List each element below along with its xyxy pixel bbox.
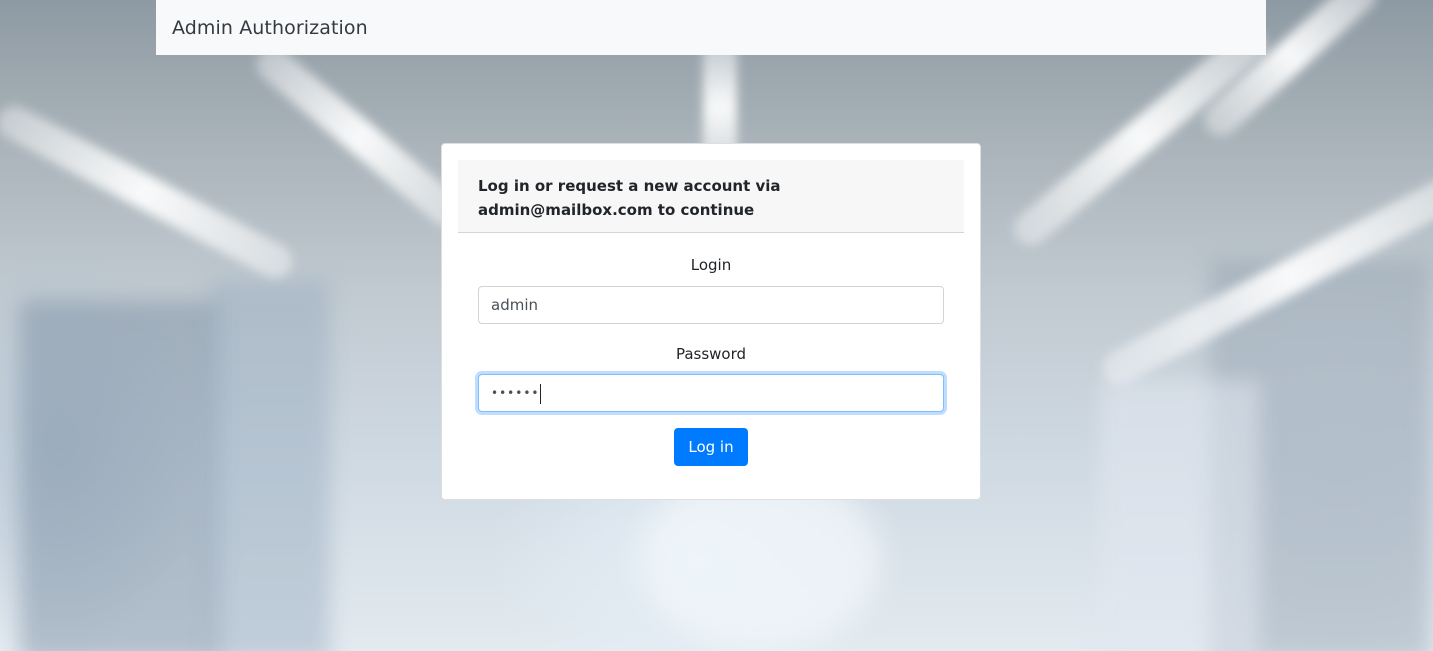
login-card: Log in or request a new account via admi… <box>441 143 981 500</box>
login-card-header: Log in or request a new account via admi… <box>458 160 964 233</box>
login-input-value: admin <box>491 296 538 314</box>
text-cursor <box>540 383 542 404</box>
login-instructions: Log in or request a new account via admi… <box>478 177 781 219</box>
ceiling-light <box>0 99 299 285</box>
background-pillar <box>1100 380 1260 651</box>
background-pillar <box>210 280 330 651</box>
ceiling-light <box>1006 21 1274 253</box>
navbar-brand[interactable]: Admin Authorization <box>172 17 368 39</box>
login-button[interactable]: Log in <box>674 428 748 466</box>
background-pillar <box>20 300 220 651</box>
login-label: Login <box>690 256 732 274</box>
top-navbar: Admin Authorization <box>156 0 1266 55</box>
password-input[interactable]: •••••• <box>478 374 944 412</box>
login-input[interactable]: admin <box>478 286 944 324</box>
password-input-value: •••••• <box>491 386 540 400</box>
ceiling-light <box>249 40 471 234</box>
login-form: Login admin Password •••••• Log in <box>458 233 964 466</box>
password-label: Password <box>675 345 747 363</box>
